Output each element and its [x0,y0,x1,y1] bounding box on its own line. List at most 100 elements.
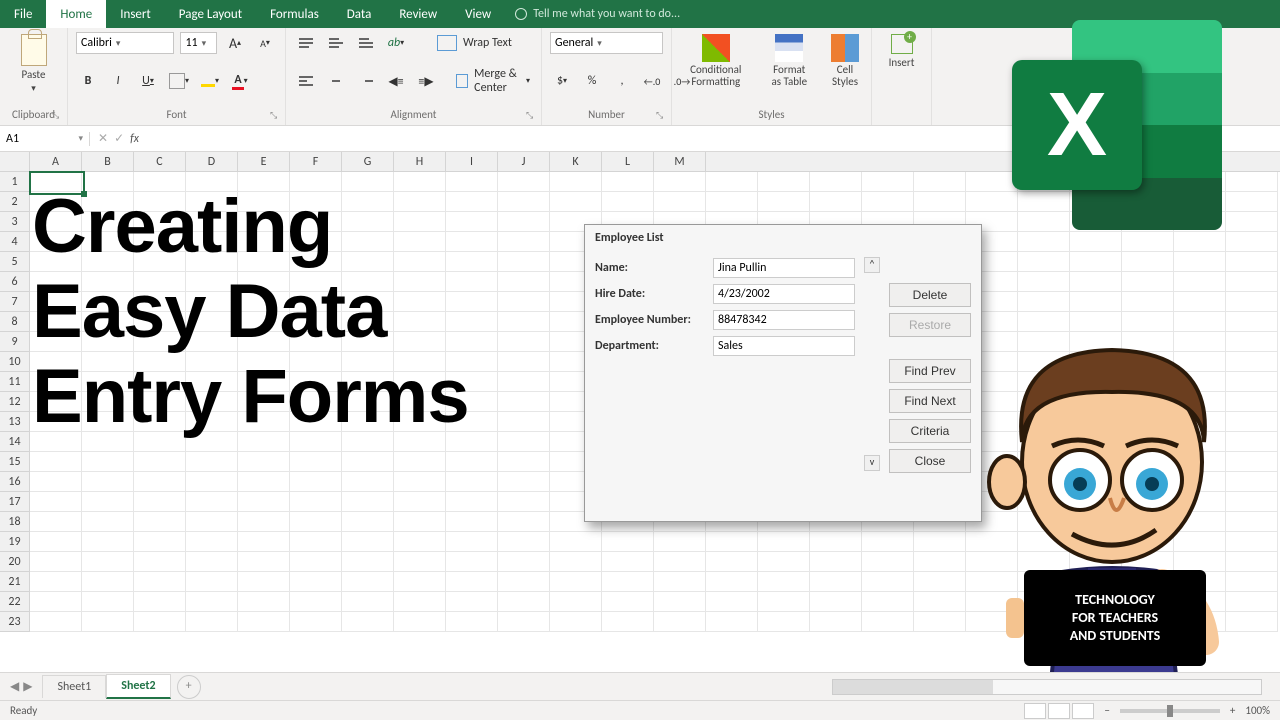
row-header[interactable]: 2 [0,192,29,212]
row-header[interactable]: 16 [0,472,29,492]
insert-cells-button[interactable]: Insert [880,32,923,71]
comma-format-button[interactable]: , [610,70,634,92]
sheet-tab-sheet2[interactable]: Sheet2 [106,674,170,699]
fill-color-button[interactable]: ▾ [198,70,222,92]
row-header[interactable]: 23 [0,612,29,632]
font-size-combo[interactable]: 11▾ [180,32,217,54]
name-box[interactable]: A1▾ [0,132,90,146]
tell-me-search[interactable]: Tell me what you want to do... [505,0,690,28]
page-layout-view-button[interactable] [1048,703,1070,719]
sheet-nav-prev-icon[interactable]: ◀ [10,679,19,694]
col-header[interactable]: M [654,152,706,171]
row-header[interactable]: 10 [0,352,29,372]
align-top-button[interactable] [294,32,318,54]
tab-formulas[interactable]: Formulas [256,0,333,28]
cell-styles-button[interactable]: Cell Styles [827,32,863,90]
fx-icon[interactable]: fx [130,132,147,146]
col-header[interactable]: A [30,152,82,171]
tab-insert[interactable]: Insert [106,0,165,28]
tab-review[interactable]: Review [385,0,451,28]
row-header[interactable]: 11 [0,372,29,392]
italic-button[interactable]: I [106,70,130,92]
sheet-nav-next-icon[interactable]: ▶ [23,679,32,694]
decrease-font-button[interactable]: A▾ [253,32,277,54]
cancel-formula-icon[interactable]: ✕ [98,131,108,146]
tab-data[interactable]: Data [333,0,386,28]
name-input[interactable]: Jina Pullin [713,258,855,278]
sheet-tab-sheet1[interactable]: Sheet1 [42,675,106,698]
page-break-view-button[interactable] [1072,703,1094,719]
row-header[interactable]: 21 [0,572,29,592]
font-color-button[interactable]: A▾ [228,70,252,92]
wrap-text-button[interactable]: Wrap Text [434,32,515,54]
format-as-table-button[interactable]: Format as Table [764,32,816,90]
underline-button[interactable]: U▾ [136,70,160,92]
align-middle-button[interactable] [324,32,348,54]
tab-file[interactable]: File [0,0,46,28]
number-launcher-icon[interactable]: ⤡ [656,110,668,122]
row-header[interactable]: 22 [0,592,29,612]
row-header[interactable]: 7 [0,292,29,312]
zoom-out-button[interactable]: − [1104,704,1109,717]
col-header[interactable]: D [186,152,238,171]
row-header[interactable]: 6 [0,272,29,292]
col-header[interactable]: F [290,152,342,171]
select-all-corner[interactable] [0,152,30,171]
tab-home[interactable]: Home [46,0,106,28]
alignment-launcher-icon[interactable]: ⤡ [526,110,538,122]
tab-page-layout[interactable]: Page Layout [165,0,256,28]
col-header[interactable]: G [342,152,394,171]
row-header[interactable]: 13 [0,412,29,432]
font-family-combo[interactable]: Calibri▾ [76,32,174,54]
align-right-button[interactable] [354,70,378,92]
align-bottom-button[interactable] [354,32,378,54]
clipboard-launcher-icon[interactable]: ⤡ [52,110,64,122]
borders-button[interactable]: ▾ [166,70,192,92]
align-left-button[interactable] [294,70,318,92]
col-header[interactable]: E [238,152,290,171]
decrease-indent-button[interactable]: ◀≡ [384,70,408,92]
increase-decimal-button[interactable]: ←.0 [640,70,664,92]
align-center-button[interactable] [324,70,348,92]
hire-date-input[interactable]: 4/23/2002 [713,284,855,304]
row-header[interactable]: 12 [0,392,29,412]
employee-number-input[interactable]: 88478342 [713,310,855,330]
conditional-formatting-button[interactable]: Conditional Formatting [680,32,752,90]
font-launcher-icon[interactable]: ⤡ [270,110,282,122]
zoom-level[interactable]: 100% [1245,704,1270,717]
enter-formula-icon[interactable]: ✓ [114,131,124,146]
orientation-button[interactable]: ab▾ [384,32,408,54]
col-header[interactable]: H [394,152,446,171]
add-sheet-button[interactable]: + [177,675,201,699]
merge-center-button[interactable]: Merge & Center▾ [453,70,533,92]
horizontal-scrollbar[interactable] [832,679,1262,695]
row-header[interactable]: 18 [0,512,29,532]
scroll-down-icon[interactable]: v [864,455,880,471]
col-header[interactable]: J [498,152,550,171]
row-header[interactable]: 1 [0,172,29,192]
accounting-format-button[interactable]: $▾ [550,70,574,92]
row-header[interactable]: 4 [0,232,29,252]
percent-format-button[interactable]: % [580,70,604,92]
scroll-up-icon[interactable]: ^ [864,257,880,273]
department-input[interactable]: Sales [713,336,855,356]
col-header[interactable]: B [82,152,134,171]
bold-button[interactable]: B [76,70,100,92]
row-header[interactable]: 8 [0,312,29,332]
number-format-combo[interactable]: General▾ [550,32,663,54]
row-header[interactable]: 15 [0,452,29,472]
row-header[interactable]: 20 [0,552,29,572]
col-header[interactable]: I [446,152,498,171]
col-header[interactable]: K [550,152,602,171]
normal-view-button[interactable] [1024,703,1046,719]
paste-button[interactable]: Paste ▾ [8,32,59,96]
row-header[interactable]: 14 [0,432,29,452]
col-header[interactable]: L [602,152,654,171]
tab-view[interactable]: View [451,0,505,28]
row-header[interactable]: 5 [0,252,29,272]
increase-font-button[interactable]: A▴ [223,32,247,54]
increase-indent-button[interactable]: ≡▶ [414,70,438,92]
row-header[interactable]: 9 [0,332,29,352]
delete-button[interactable]: Delete [889,283,971,307]
row-header[interactable]: 19 [0,532,29,552]
